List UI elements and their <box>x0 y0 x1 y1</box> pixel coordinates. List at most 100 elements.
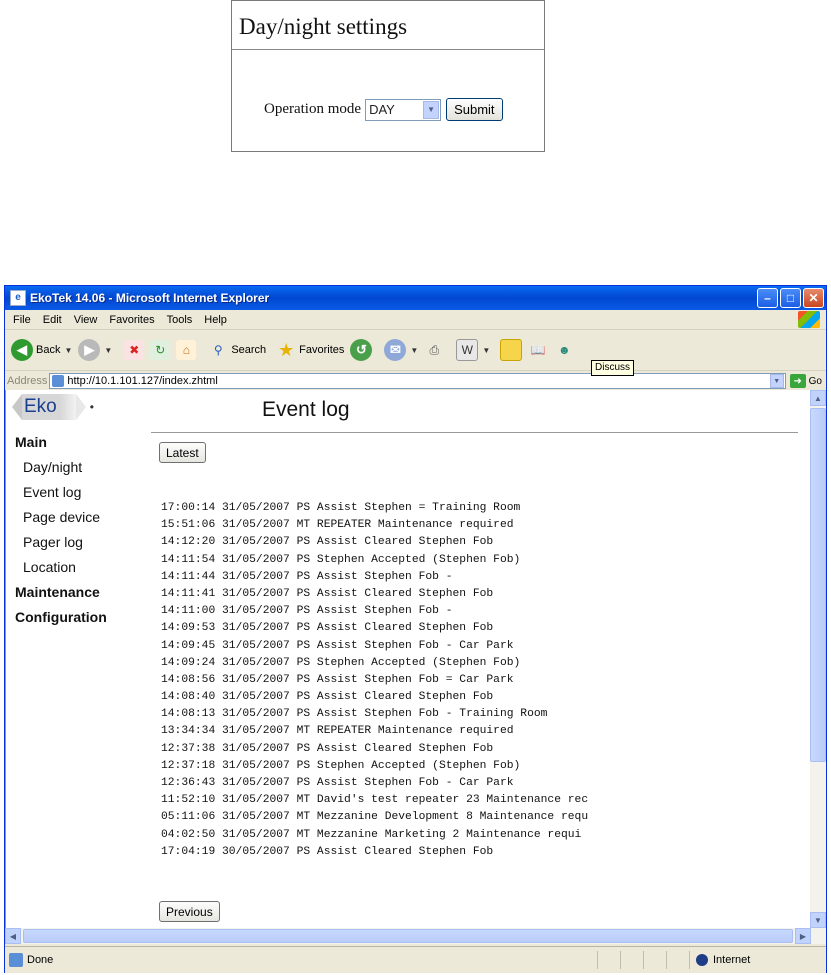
window-title: EkoTek 14.06 - Microsoft Internet Explor… <box>30 291 270 305</box>
operation-mode-select[interactable]: DAY ▼ <box>365 98 442 121</box>
messenger-icon: ☻ <box>557 343 571 357</box>
edit-button[interactable]: W ▼ <box>456 339 490 361</box>
event-log-line: 13:34:34 31/05/2007 MT REPEATER Maintena… <box>161 725 514 738</box>
mail-icon: ✉ <box>384 339 407 361</box>
nav-item-event-log[interactable]: Event log <box>15 480 107 505</box>
scroll-down-icon[interactable]: ▼ <box>810 912 826 928</box>
page-icon <box>52 375 65 387</box>
event-log-line: 14:11:41 31/05/2007 PS Assist Cleared St… <box>161 587 494 600</box>
home-button[interactable]: ⌂ <box>176 340 197 360</box>
event-log-line: 14:09:45 31/05/2007 PS Assist Stephen Fo… <box>161 639 514 652</box>
close-button[interactable]: ✕ <box>803 288 824 308</box>
refresh-icon: ↻ <box>150 340 171 360</box>
menu-file[interactable]: File <box>13 314 31 326</box>
menu-view[interactable]: View <box>74 314 98 326</box>
scroll-right-icon[interactable]: ▶ <box>795 928 811 944</box>
menu-favorites[interactable]: Favorites <box>109 314 154 326</box>
menu-tools[interactable]: Tools <box>167 314 193 326</box>
daynight-title: Day/night settings <box>232 1 544 50</box>
go-button[interactable]: ➜ Go <box>789 374 822 388</box>
favorites-button[interactable]: ★ Favorites <box>276 340 344 360</box>
event-log-line: 14:09:53 31/05/2007 PS Assist Cleared St… <box>161 622 494 635</box>
browser-window: e EkoTek 14.06 - Microsoft Internet Expl… <box>4 285 827 973</box>
toolbar: ◀ Back ▼ ▶ ▼ ✖ ↻ ⌂ ⚲ Search ★ Favorites … <box>5 330 826 376</box>
nav-item-daynight[interactable]: Day/night <box>15 455 107 480</box>
go-arrow-icon: ➜ <box>789 374 806 388</box>
messenger-button[interactable]: ☻ <box>554 340 574 360</box>
event-log-line: 14:11:44 31/05/2007 PS Assist Stephen Fo… <box>161 570 453 583</box>
submit-button[interactable]: Submit <box>446 98 503 121</box>
status-cell <box>666 951 689 969</box>
event-log-line: 14:08:40 31/05/2007 PS Assist Cleared St… <box>161 691 494 704</box>
stop-icon: ✖ <box>124 340 145 360</box>
nav-item-pager-log[interactable]: Pager log <box>15 530 107 555</box>
chevron-down-icon[interactable]: ▼ <box>769 374 784 388</box>
nav-section-configuration[interactable]: Configuration <box>15 605 107 630</box>
chevron-down-icon[interactable]: ▼ <box>482 346 490 355</box>
address-url: http://10.1.101.127/index.zhtml <box>67 375 218 387</box>
security-zone[interactable]: Internet <box>689 951 826 969</box>
chevron-down-icon[interactable]: ▼ <box>410 346 418 355</box>
latest-button[interactable]: Latest <box>159 442 206 463</box>
address-bar: Address http://10.1.101.127/index.zhtml … <box>5 371 826 392</box>
history-button[interactable]: ↺ <box>350 339 373 361</box>
event-log-line: 05:11:06 31/05/2007 MT Mezzanine Develop… <box>161 811 589 824</box>
chevron-down-icon[interactable]: ▼ <box>104 346 112 355</box>
horizontal-scrollbar[interactable]: ◀ ▶ <box>5 928 826 944</box>
event-log-line: 12:36:43 31/05/2007 PS Assist Stephen Fo… <box>161 777 514 789</box>
zone-text: Internet <box>713 954 751 966</box>
event-log-line: 15:51:06 31/05/2007 MT REPEATER Maintena… <box>161 519 514 532</box>
menu-edit[interactable]: Edit <box>43 314 62 326</box>
stop-button[interactable]: ✖ <box>124 340 145 360</box>
menu-help[interactable]: Help <box>204 314 227 326</box>
scroll-up-icon[interactable]: ▲ <box>810 390 826 406</box>
back-label: Back <box>36 344 61 356</box>
discuss-button[interactable] <box>500 339 523 361</box>
history-icon: ↺ <box>350 339 373 361</box>
maximize-button[interactable]: □ <box>780 288 801 308</box>
discuss-tooltip: Discuss <box>591 360 635 376</box>
print-button[interactable]: ⎙ <box>424 340 444 360</box>
event-log-list: 17:00:14 31/05/2007 PS Assist Stephen = … <box>161 500 671 861</box>
forward-arrow-icon: ▶ <box>78 339 101 361</box>
status-cell <box>597 951 620 969</box>
discuss-icon <box>500 339 523 361</box>
event-log-line: 17:04:19 30/05/2007 PS Assist Cleared St… <box>161 845 494 858</box>
search-button[interactable]: ⚲ Search <box>208 340 266 360</box>
nav-section-maintenance[interactable]: Maintenance <box>15 580 107 605</box>
back-button[interactable]: ◀ Back ▼ <box>11 339 72 361</box>
address-input[interactable]: http://10.1.101.127/index.zhtml ▼ <box>49 373 786 389</box>
mail-button[interactable]: ✉ ▼ <box>384 339 418 361</box>
chevron-down-icon[interactable]: ▼ <box>64 346 72 355</box>
eko-logo[interactable]: Eko • <box>12 394 94 420</box>
page-done-icon <box>9 953 23 967</box>
horizontal-scroll-thumb[interactable] <box>23 929 793 943</box>
logo-text: Eko <box>22 394 60 420</box>
forward-button[interactable]: ▶ ▼ <box>78 339 112 361</box>
event-log-line: 12:37:18 31/05/2007 PS Stephen Accepted … <box>161 759 521 772</box>
ie-page-icon: e <box>10 290 26 306</box>
chevron-down-icon[interactable]: ▼ <box>423 100 440 119</box>
globe-icon <box>696 954 708 966</box>
page-title: Event log <box>262 398 350 421</box>
daynight-settings-panel: Day/night settings Operation mode DAY ▼ … <box>231 0 545 152</box>
minimize-button[interactable]: – <box>757 288 778 308</box>
operation-mode-label: Operation mode <box>264 101 362 117</box>
vertical-scrollbar[interactable]: ▲ ▼ <box>810 390 826 928</box>
nav-section-main[interactable]: Main <box>15 430 107 455</box>
search-label: Search <box>231 344 267 356</box>
refresh-button[interactable]: ↻ <box>150 340 171 360</box>
nav-item-location[interactable]: Location <box>15 555 107 580</box>
title-bar[interactable]: e EkoTek 14.06 - Microsoft Internet Expl… <box>5 286 826 310</box>
research-button[interactable]: 📖 <box>528 340 548 360</box>
event-log-line: 14:11:00 31/05/2007 PS Assist Stephen Fo… <box>161 605 453 618</box>
operation-mode-value: DAY <box>369 102 395 117</box>
logo-fade <box>59 394 76 420</box>
scroll-thumb[interactable] <box>810 408 826 762</box>
scroll-left-icon[interactable]: ◀ <box>5 928 21 944</box>
event-log-line: 14:11:54 31/05/2007 PS Stephen Accepted … <box>161 553 521 566</box>
event-log-line: 14:09:24 31/05/2007 PS Stephen Accepted … <box>161 656 521 669</box>
previous-button[interactable]: Previous <box>159 901 220 922</box>
nav-item-page-device[interactable]: Page device <box>15 505 107 530</box>
status-cell <box>643 951 666 969</box>
